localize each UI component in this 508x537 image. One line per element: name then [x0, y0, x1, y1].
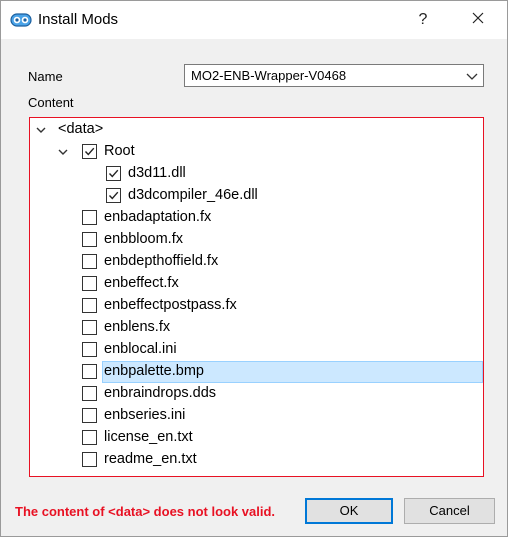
tree-item-label: enblocal.ini — [104, 341, 177, 357]
checkbox[interactable] — [82, 364, 97, 379]
tree-item-label: enbadaptation.fx — [104, 209, 212, 225]
checkbox[interactable] — [82, 298, 97, 313]
tree-row[interactable]: d3dcompiler_46e.dll — [30, 185, 483, 207]
tree-row[interactable]: Root — [30, 141, 483, 163]
tree-item-label: enblens.fx — [104, 319, 171, 335]
close-icon[interactable] — [465, 7, 491, 33]
checkbox[interactable] — [106, 188, 121, 203]
tree-row[interactable]: enbeffect.fx — [30, 273, 483, 295]
tree-row[interactable]: enblocal.ini — [30, 339, 483, 361]
checkbox[interactable] — [82, 386, 97, 401]
tree-row[interactable]: enbseries.ini — [30, 405, 483, 427]
tree-row[interactable]: readme_en.txt — [30, 449, 483, 471]
tree-item-label: enbeffectpostpass.fx — [104, 297, 237, 313]
checkbox[interactable] — [106, 166, 121, 181]
checkbox[interactable] — [82, 408, 97, 423]
tree-item-label: license_en.txt — [104, 429, 193, 445]
tree-item-label: enbdepthoffield.fx — [104, 253, 219, 269]
tree-item-label: enbraindrops.dds — [104, 385, 217, 401]
chevron-down-icon[interactable] — [465, 69, 479, 83]
mod-name-combobox[interactable]: MO2-ENB-Wrapper-V0468 — [184, 64, 484, 87]
tree-row[interactable]: d3d11.dll — [30, 163, 483, 185]
checkbox[interactable] — [82, 342, 97, 357]
tree-item-label: enbbloom.fx — [104, 231, 183, 247]
mo2-app-icon — [10, 13, 32, 27]
checkbox[interactable] — [82, 144, 97, 159]
tree-item-label: Root — [104, 143, 135, 159]
tree-item-label: enbpalette.bmp — [104, 363, 204, 379]
validation-error-text: The content of <data> does not look vali… — [15, 504, 276, 519]
tree-row[interactable]: enbeffectpostpass.fx — [30, 295, 483, 317]
tree-row[interactable]: enbdepthoffield.fx — [30, 251, 483, 273]
help-button[interactable]: ? — [410, 7, 436, 33]
ok-button[interactable]: OK — [305, 498, 393, 524]
checkbox[interactable] — [82, 232, 97, 247]
tree-row[interactable]: license_en.txt — [30, 427, 483, 449]
checkbox[interactable] — [82, 430, 97, 445]
checkbox[interactable] — [82, 320, 97, 335]
tree-item-label: enbseries.ini — [104, 407, 186, 423]
checkbox[interactable] — [82, 452, 97, 467]
title-bar[interactable]: Install Mods ? — [1, 1, 507, 39]
mod-name-value: MO2-ENB-Wrapper-V0468 — [191, 68, 347, 83]
checkbox[interactable] — [82, 254, 97, 269]
tree-row[interactable]: enbraindrops.dds — [30, 383, 483, 405]
content-label: Content — [28, 95, 74, 110]
chevron-down-icon[interactable] — [34, 123, 48, 137]
tree-item-label: <data> — [58, 121, 104, 137]
tree-row[interactable]: enblens.fx — [30, 317, 483, 339]
tree-row[interactable]: enbbloom.fx — [30, 229, 483, 251]
tree-row[interactable]: enbadaptation.fx — [30, 207, 483, 229]
content-tree[interactable]: <data> Root d3d11.dll d3dcompiler_46e.dllen… — [29, 117, 484, 477]
tree-item-label: enbeffect.fx — [104, 275, 179, 291]
checkbox[interactable] — [82, 210, 97, 225]
cancel-button[interactable]: Cancel — [404, 498, 495, 524]
chevron-down-icon[interactable] — [56, 145, 70, 159]
tree-item-label: d3d11.dll — [128, 165, 186, 181]
install-mods-dialog: Install Mods ? Name MO2-ENB-Wrapper-V046… — [0, 0, 508, 537]
window-title: Install Mods — [38, 11, 119, 28]
checkbox[interactable] — [82, 276, 97, 291]
tree-item-label: readme_en.txt — [104, 451, 197, 467]
tree-row[interactable]: enbpalette.bmp — [30, 361, 483, 383]
name-label: Name — [28, 69, 63, 84]
tree-row[interactable]: <data> — [30, 119, 483, 141]
tree-item-label: d3dcompiler_46e.dll — [128, 187, 258, 203]
